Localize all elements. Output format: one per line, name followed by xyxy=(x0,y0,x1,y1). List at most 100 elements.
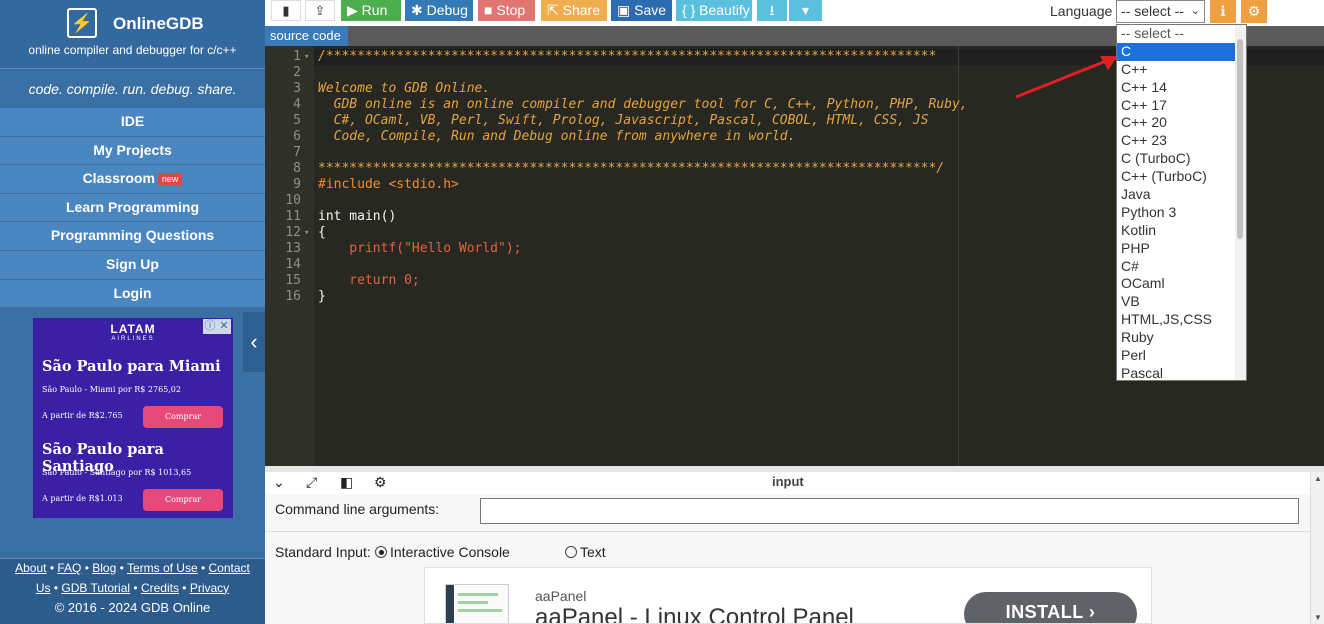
ad-offer-2-price: A partir de R$1.013 xyxy=(42,494,123,503)
ad-info-icon[interactable]: ⓘ xyxy=(203,319,217,334)
footer-link-privacy[interactable]: Privacy xyxy=(190,581,229,595)
language-option[interactable]: C++ xyxy=(1117,61,1246,79)
tab-source-code[interactable]: source code xyxy=(265,26,348,46)
scroll-down-icon[interactable]: ▼ xyxy=(1314,613,1322,622)
annotation-arrow xyxy=(1015,56,1118,99)
dropdown-scroll-thumb[interactable] xyxy=(1237,39,1243,239)
run-button[interactable]: ▶ Run xyxy=(341,0,401,21)
stdin-text-radio[interactable]: Text xyxy=(565,544,606,560)
language-select-value: -- select -- xyxy=(1121,3,1184,19)
language-option[interactable]: C (TurboC) xyxy=(1117,150,1246,168)
language-option[interactable]: Python 3 xyxy=(1117,204,1246,222)
input-panel-scrollbar[interactable]: ▲ ▼ xyxy=(1310,472,1324,624)
language-option[interactable]: Ruby xyxy=(1117,329,1246,347)
language-option[interactable]: VB xyxy=(1117,293,1246,311)
install-button[interactable]: INSTALL › xyxy=(964,592,1137,623)
save-button[interactable]: ▣ Save xyxy=(611,0,672,21)
expand-icon[interactable]: ⤢ xyxy=(306,474,317,491)
code-text: #include <stdio.h> xyxy=(318,177,459,192)
language-option[interactable]: C# xyxy=(1117,258,1246,276)
language-option[interactable]: Java xyxy=(1117,186,1246,204)
beautify-button[interactable]: { } Beautify xyxy=(676,0,752,21)
download-button[interactable]: ⭳ xyxy=(757,0,787,21)
language-select[interactable]: -- select -- ⌄ xyxy=(1116,0,1205,23)
nav-login-label: Login xyxy=(113,284,152,301)
debug-button[interactable]: ✱ Debug xyxy=(405,0,473,21)
footer-link-terms[interactable]: Terms of Use xyxy=(127,561,198,575)
language-option[interactable]: OCaml xyxy=(1117,275,1246,293)
fold-icon[interactable]: ▾ xyxy=(304,49,309,65)
language-option[interactable]: HTML,JS,CSS xyxy=(1117,311,1246,329)
nav-ide[interactable]: IDE xyxy=(0,108,265,137)
new-file-button[interactable]: ▮ xyxy=(271,0,301,21)
language-option[interactable]: PHP xyxy=(1117,240,1246,258)
sidebar-footer: About • FAQ • Blog • Terms of Use • Cont… xyxy=(0,558,265,624)
ad-choices[interactable]: ⓘ ✕ xyxy=(203,319,231,334)
language-option[interactable]: C++ 17 xyxy=(1117,97,1246,115)
language-option-highlighted[interactable]: C xyxy=(1117,42,1246,61)
footer-link-gdb-tutorial[interactable]: GDB Tutorial xyxy=(61,581,130,595)
beautify-label: { } Beautify xyxy=(682,2,750,18)
divider xyxy=(265,531,1310,532)
upload-icon: ⇪ xyxy=(314,3,326,18)
download-icon: ⭳ xyxy=(769,2,775,18)
nav-learn-programming[interactable]: Learn Programming xyxy=(0,193,265,223)
fold-icon[interactable]: ▾ xyxy=(304,225,309,241)
share-button[interactable]: ⇱ Share xyxy=(541,0,607,21)
ad-close-icon[interactable]: ✕ xyxy=(217,319,231,334)
language-option[interactable]: C++ 23 xyxy=(1117,132,1246,150)
footer-link-credits[interactable]: Credits xyxy=(141,581,179,595)
scroll-up-icon[interactable]: ▲ xyxy=(1314,474,1322,483)
layout-icon[interactable]: ◧ xyxy=(340,474,353,491)
footer-link-contact-us[interactable]: Us xyxy=(36,581,51,595)
ad-offer-1-detail: São Paulo - Miami por R$ 2765,02 xyxy=(42,385,181,394)
stop-button[interactable]: ■ Stop xyxy=(478,0,535,21)
language-option[interactable]: C++ (TurboC) xyxy=(1117,168,1246,186)
language-option[interactable]: C++ 20 xyxy=(1117,114,1246,132)
ad-offer-2-button[interactable]: Comprar xyxy=(143,489,223,511)
footer-link-faq[interactable]: FAQ xyxy=(57,561,81,575)
language-option[interactable]: Perl xyxy=(1117,347,1246,365)
upload-button[interactable]: ⇪ xyxy=(305,0,335,21)
download-menu-button[interactable]: ▾ xyxy=(789,0,822,21)
footer-link-about[interactable]: About xyxy=(15,561,46,575)
input-panel: ⌄ ⤢ ◧ ⚙ input Command line arguments: St… xyxy=(265,466,1324,624)
dropdown-scrollbar[interactable] xyxy=(1235,25,1246,380)
chevron-right-icon: › xyxy=(1088,602,1096,622)
language-option[interactable]: Kotlin xyxy=(1117,222,1246,240)
lightning-logo-icon[interactable]: ⚡ xyxy=(67,8,97,38)
footer-link-blog[interactable]: Blog xyxy=(92,561,116,575)
nav-programming-questions-label: Programming Questions xyxy=(50,227,215,244)
footer-link-contact[interactable]: Contact xyxy=(209,561,250,575)
nav-sign-up[interactable]: Sign Up xyxy=(0,250,265,280)
bottom-ad[interactable]: aaPanel aaPanel - Linux Control Panel IN… xyxy=(424,567,1152,624)
chevron-down-icon[interactable]: ⌄ xyxy=(273,474,285,491)
bug-icon: ✱ xyxy=(411,2,423,18)
footer-links-row-1: About • FAQ • Blog • Terms of Use • Cont… xyxy=(15,561,250,575)
settings-button[interactable]: ⚙ xyxy=(1241,0,1267,23)
chevron-down-icon: ⌄ xyxy=(1190,5,1200,17)
onlinegdb-page: ⚡ OnlineGDB online compiler and debugger… xyxy=(0,0,1324,624)
info-button[interactable]: ℹ xyxy=(1210,0,1236,23)
nav-my-projects[interactable]: My Projects xyxy=(0,136,265,166)
nav-classroom[interactable]: Classroom new xyxy=(0,165,265,194)
language-option[interactable]: C++ 14 xyxy=(1117,79,1246,97)
cmd-args-input[interactable] xyxy=(480,498,1299,524)
collapse-sidebar-button[interactable]: ‹ xyxy=(243,312,265,372)
gear-icon[interactable]: ⚙ xyxy=(374,474,387,491)
gear-icon: ⚙ xyxy=(1247,3,1261,19)
install-label: INSTALL xyxy=(1005,602,1084,622)
nav-login[interactable]: Login xyxy=(0,279,265,309)
ad-offer-1-button[interactable]: Comprar xyxy=(143,406,223,428)
copyright: © 2016 - 2024 GDB Online xyxy=(54,600,211,615)
sidebar-ad[interactable]: LATAM AIRLINES ⓘ ✕ São Paulo para Miami … xyxy=(33,318,233,518)
stdin-interactive-console-radio[interactable]: Interactive Console xyxy=(375,544,510,560)
ad-brand: LATAM xyxy=(110,322,156,336)
run-label: Run xyxy=(361,2,388,18)
brand-name[interactable]: OnlineGDB xyxy=(113,14,204,34)
language-option[interactable]: Pascal xyxy=(1117,365,1246,380)
nav-programming-questions[interactable]: Programming Questions xyxy=(0,222,265,251)
nav-learn-programming-label: Learn Programming xyxy=(65,198,200,215)
language-dropdown[interactable]: -- select -- C C++ C++ 14 C++ 17 C++ 20 … xyxy=(1116,24,1247,381)
language-option[interactable]: -- select -- xyxy=(1117,25,1246,43)
